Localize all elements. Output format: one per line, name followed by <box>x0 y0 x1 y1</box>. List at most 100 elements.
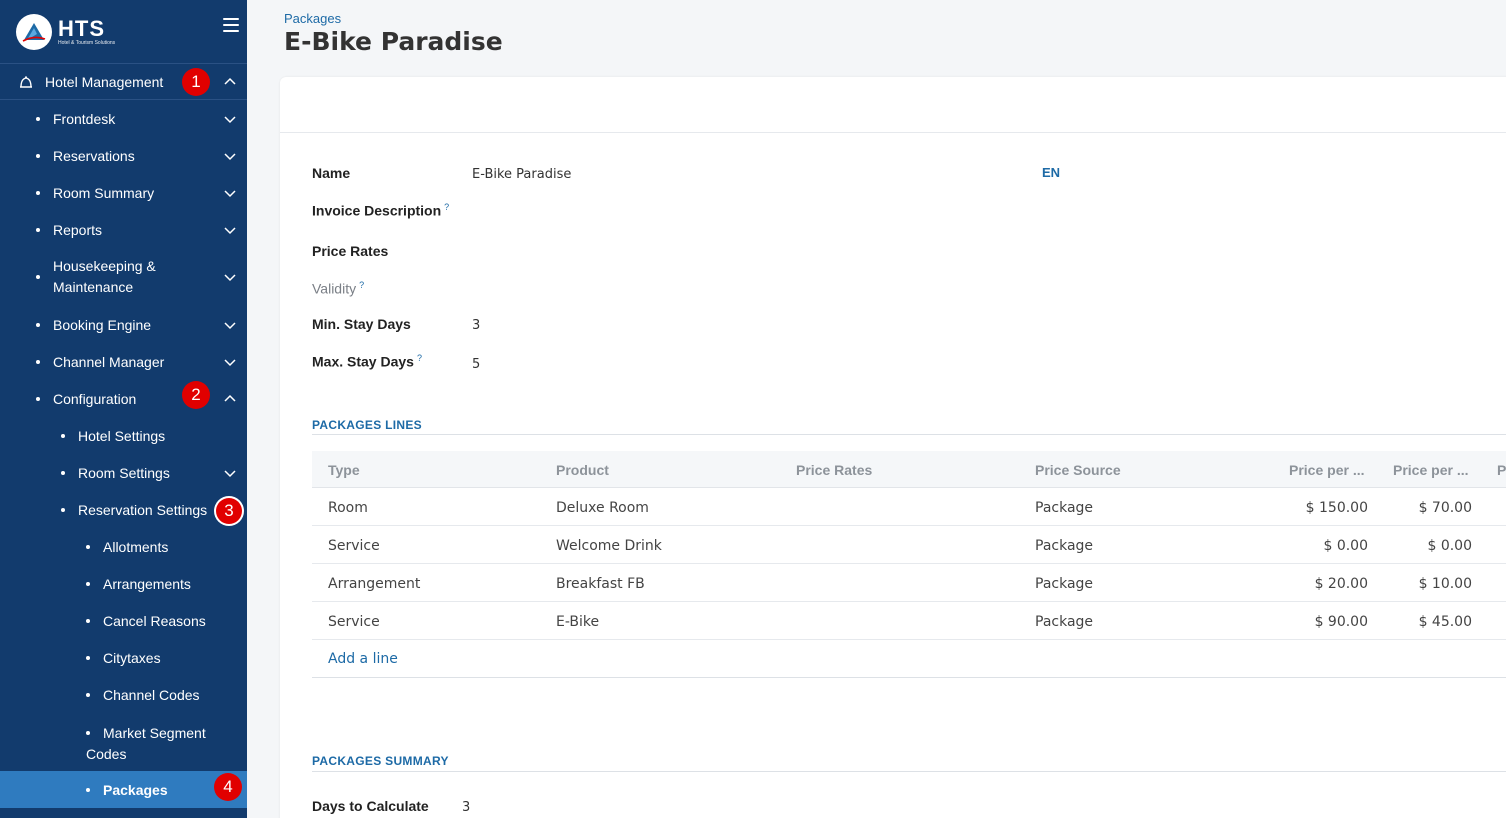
col-price-rates[interactable]: Price Rates <box>796 462 872 478</box>
brand-subtitle: Hotel & Tourism Solutions <box>58 39 116 46</box>
cell-price-2: $ 70.00 <box>1418 500 1472 516</box>
col-price-per-2[interactable]: Price per ... <box>1393 462 1468 478</box>
sidebar-item-label: Booking Engine <box>53 317 152 333</box>
table-row[interactable]: Service E-Bike Package $ 90.00 $ 45.00 <box>312 602 1506 640</box>
cell-source: Package <box>1035 500 1094 516</box>
bullet-icon <box>36 323 40 327</box>
chevron-up-icon[interactable] <box>223 75 237 89</box>
bullet-icon <box>86 619 90 623</box>
sidebar-item-citytaxes[interactable]: Citytaxes <box>0 640 247 676</box>
sidebar-item-label: Reservations <box>53 148 135 164</box>
sidebar-item-market-segment-codes[interactable]: Market Segment Codes <box>0 714 247 770</box>
sidebar-item-room-summary[interactable]: Room Summary <box>0 175 247 211</box>
bullet-icon <box>36 360 40 364</box>
table-row[interactable]: Room Deluxe Room Package $ 150.00 $ 70.0… <box>312 488 1506 526</box>
sidebar-item-label: Packages <box>103 781 168 798</box>
language-button[interactable]: EN <box>1042 165 1060 180</box>
step-badge-3: 3 <box>216 498 242 524</box>
sidebar-item-label: Reservation Settings <box>78 502 208 518</box>
chevron-down-icon[interactable] <box>223 355 237 369</box>
sidebar-item-label: Channel Codes <box>103 687 200 703</box>
invoice-description-label: Invoice Description? <box>312 202 449 219</box>
bell-icon <box>20 75 32 88</box>
col-type[interactable]: Type <box>328 462 360 478</box>
bullet-icon <box>86 693 90 697</box>
cell-type: Room <box>328 500 368 516</box>
sidebar-item-booking-engine[interactable]: Booking Engine <box>0 307 247 343</box>
page-title: E-Bike Paradise <box>284 27 503 56</box>
sidebar-item-channel-manager[interactable]: Channel Manager <box>0 344 247 380</box>
sidebar-item-label: Hotel Management <box>45 73 164 90</box>
name-field[interactable]: E-Bike Paradise <box>472 167 571 182</box>
validity-text: Validity <box>312 280 357 297</box>
help-icon[interactable]: ? <box>359 280 364 290</box>
table-bottom-divider <box>312 677 1506 678</box>
chevron-down-icon[interactable] <box>223 186 237 200</box>
sidebar-item-label: Arrangements <box>103 576 191 592</box>
col-price-per-1[interactable]: Price per ... <box>1289 462 1364 478</box>
bullet-icon <box>36 117 40 121</box>
name-label: Name <box>312 165 351 181</box>
chevron-down-icon[interactable] <box>223 466 237 480</box>
sidebar-item-label: Reports <box>53 222 103 238</box>
chevron-down-icon[interactable] <box>223 149 237 163</box>
chevron-down-icon[interactable] <box>223 318 237 332</box>
cell-type: Service <box>328 538 380 554</box>
cell-source: Package <box>1035 576 1094 592</box>
sidebar-item-arrangements[interactable]: Arrangements <box>0 566 247 602</box>
sidebar-item-label-line2: Maintenance <box>53 279 134 295</box>
col-p[interactable]: P <box>1497 462 1506 478</box>
section-divider <box>312 434 1506 435</box>
days-to-calculate-field[interactable]: 3 <box>462 800 470 815</box>
sidebar-item-room-settings[interactable]: Room Settings <box>0 455 247 491</box>
main-content: Packages E-Bike Paradise Name E-Bike Par… <box>247 0 1506 818</box>
bullet-icon <box>36 154 40 158</box>
sidebar-item-hotel-settings[interactable]: Hotel Settings <box>0 418 247 454</box>
cell-price-2: $ 10.00 <box>1418 576 1472 592</box>
cell-price-1: $ 90.00 <box>1314 614 1368 630</box>
form-card <box>280 77 1506 818</box>
chevron-down-icon[interactable] <box>223 223 237 237</box>
col-price-source[interactable]: Price Source <box>1035 462 1121 478</box>
col-product[interactable]: Product <box>556 462 609 478</box>
invoice-description-text: Invoice Description <box>312 202 442 219</box>
max-stay-field[interactable]: 5 <box>472 357 480 372</box>
sidebar-item-reservations[interactable]: Reservations <box>0 138 247 174</box>
cell-price-1: $ 150.00 <box>1305 500 1368 516</box>
sidebar-item-reservation-settings[interactable]: Reservation Settings <box>0 492 247 528</box>
packages-lines-title: PACKAGES LINES <box>312 418 422 432</box>
sidebar-item-label-group: Housekeeping & Maintenance <box>53 256 156 298</box>
table-row[interactable]: Arrangement Breakfast FB Package $ 20.00… <box>312 564 1506 602</box>
chevron-down-icon[interactable] <box>223 270 237 284</box>
help-icon[interactable]: ? <box>417 353 422 363</box>
bullet-icon <box>86 545 90 549</box>
sidebar-item-housekeeping[interactable]: Housekeeping & Maintenance <box>0 249 247 305</box>
sidebar-item-label-line2: Codes <box>86 746 127 762</box>
sidebar-item-frontdesk[interactable]: Frontdesk <box>0 101 247 137</box>
min-stay-field[interactable]: 3 <box>472 318 480 333</box>
cell-type: Service <box>328 614 380 630</box>
hts-logo-icon[interactable] <box>16 13 52 50</box>
step-badge-2: 2 <box>182 381 210 409</box>
table-row[interactable]: Service Welcome Drink Package $ 0.00 $ 0… <box>312 526 1506 564</box>
sidebar-item-label: Citytaxes <box>103 650 161 666</box>
breadcrumb-packages[interactable]: Packages <box>284 11 341 26</box>
section-divider <box>312 771 1506 772</box>
help-icon[interactable]: ? <box>444 202 449 212</box>
sidebar-item-packages[interactable]: Packages <box>0 771 247 808</box>
sidebar-item-label: Cancel Reasons <box>103 613 206 629</box>
sidebar-item-allotments[interactable]: Allotments <box>0 529 247 565</box>
chevron-up-icon[interactable] <box>223 392 237 406</box>
sidebar-item-reports[interactable]: Reports <box>0 212 247 248</box>
sidebar-item-label: Housekeeping & <box>53 258 156 274</box>
bullet-icon <box>36 228 40 232</box>
add-line-link[interactable]: Add a line <box>328 651 398 667</box>
max-stay-text: Max. Stay Days <box>312 353 414 370</box>
sidebar-item-configuration[interactable]: Configuration <box>0 381 247 417</box>
menu-toggle-icon[interactable] <box>223 18 239 32</box>
sidebar-item-channel-codes[interactable]: Channel Codes <box>0 677 247 713</box>
chevron-down-icon[interactable] <box>223 112 237 126</box>
bullet-icon <box>61 508 65 512</box>
sidebar-item-label: Frontdesk <box>53 111 116 127</box>
sidebar-item-cancel-reasons[interactable]: Cancel Reasons <box>0 603 247 639</box>
